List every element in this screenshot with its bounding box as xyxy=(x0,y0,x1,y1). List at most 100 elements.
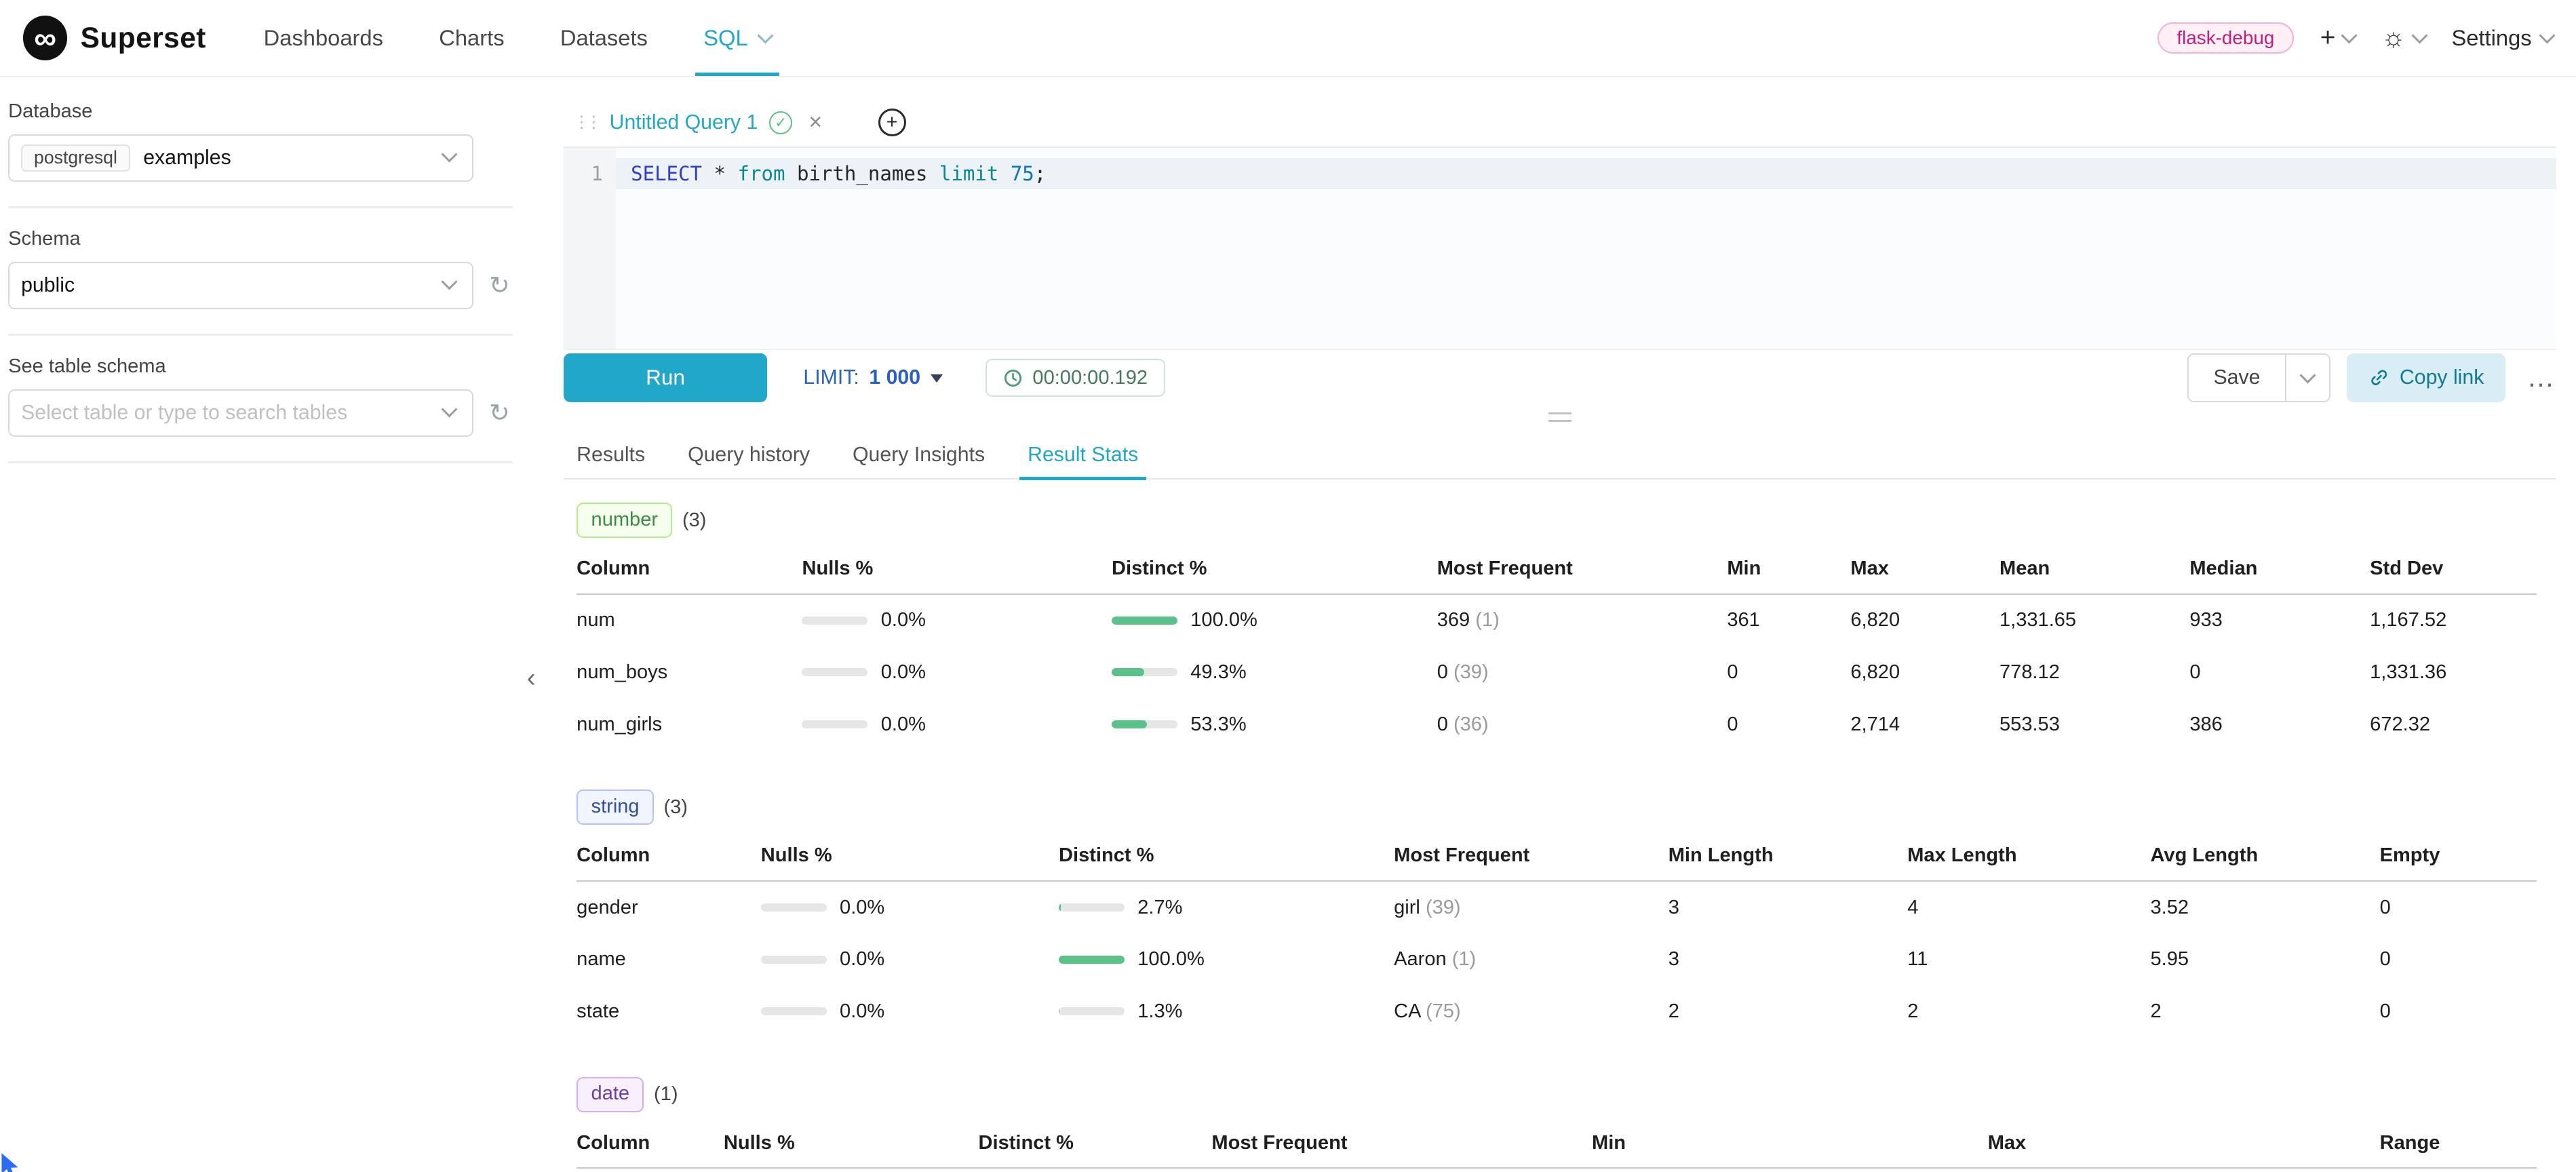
tab-query-insights[interactable]: Query Insights xyxy=(832,432,1007,478)
table-row: num_girls 0.0% 53.3% 0 (36) 0 2,714 553.… xyxy=(577,699,2537,751)
sql-token: * xyxy=(714,162,726,185)
column-count: (3) xyxy=(682,509,707,532)
type-badge-number: number xyxy=(577,503,672,538)
sql-number: 75 xyxy=(1011,162,1034,185)
cell-most-frequent: 0 (36) xyxy=(1437,699,1728,751)
theme-toggle-button[interactable]: ☼ xyxy=(2381,25,2425,52)
cell-nulls: 0.0% xyxy=(724,1168,979,1171)
distinct-bar xyxy=(1112,720,1177,728)
distinct-pct: 100.0% xyxy=(1190,609,1257,631)
chevron-down-icon xyxy=(442,146,458,163)
sql-editor[interactable]: 1 SELECT * from birth_names limit 75; xyxy=(564,148,2556,350)
header-row: Column Nulls % Distinct % Most Frequent … xyxy=(577,1129,2537,1168)
schema-select[interactable]: public xyxy=(8,262,473,309)
table-row: name 0.0% 100.0% Aaron (1) 3 11 5.95 0 xyxy=(577,933,2537,985)
sun-icon: ☼ xyxy=(2381,25,2406,52)
cell-avg-length: 5.95 xyxy=(2151,933,2380,985)
tab-result-stats[interactable]: Result Stats xyxy=(1007,432,1160,478)
distinct-pct: 100.0% xyxy=(1137,948,1205,971)
nav-item-datasets[interactable]: Datasets xyxy=(532,0,676,76)
refresh-tables-icon[interactable]: ↻ xyxy=(486,401,513,425)
column-header: Range xyxy=(2380,1129,2537,1168)
copy-link-label: Copy link xyxy=(2400,366,2484,389)
cell-range: same day xyxy=(2380,1168,2537,1171)
nav-label: Dashboards xyxy=(264,25,383,51)
divider xyxy=(8,206,513,208)
table-schema-label: See table schema xyxy=(8,355,513,378)
table-row: num_boys 0.0% 49.3% 0 (39) 0 6,820 778.1… xyxy=(577,646,2537,699)
collapse-sidebar-handle[interactable]: ‹ xyxy=(527,665,536,692)
new-query-tab-button[interactable]: + xyxy=(878,109,906,136)
query-tab[interactable]: ⋮⋮ Untitled Query 1 ✓ × xyxy=(564,98,842,147)
editor-code-area[interactable]: SELECT * from birth_names limit 75; xyxy=(616,148,2556,349)
column-header: Distinct % xyxy=(1112,554,1437,593)
save-button[interactable]: Save xyxy=(2187,353,2286,403)
freq-count: (36) xyxy=(1453,714,1489,735)
result-stats-panel: number (3) Column Nulls % Distinct % Mos… xyxy=(564,480,2556,1171)
tab-results[interactable]: Results xyxy=(564,432,667,478)
distinct-bar xyxy=(1112,668,1177,676)
body-row: Database postgresql examples Schema publ… xyxy=(0,77,2576,1171)
copy-link-button[interactable]: Copy link xyxy=(2347,353,2505,403)
close-tab-icon[interactable]: × xyxy=(808,111,822,134)
nulls-bar xyxy=(802,668,867,676)
settings-label: Settings xyxy=(2451,25,2531,51)
distinct-pct: 53.3% xyxy=(1190,714,1246,736)
table-select[interactable]: Select table or type to search tables xyxy=(8,389,473,437)
nav-label: SQL xyxy=(703,25,747,51)
tab-label: Query Insights xyxy=(853,444,985,467)
header-row: Column Nulls % Distinct % Most Frequent … xyxy=(577,842,2537,881)
cell-max-length: 11 xyxy=(1907,933,2150,985)
column-header: Mean xyxy=(1999,554,2189,593)
tab-label: Results xyxy=(577,444,645,467)
cell-distinct: 49.3% xyxy=(1112,646,1437,699)
save-dropdown-button[interactable] xyxy=(2286,353,2330,403)
table-row: Select table or type to search tables ↻ xyxy=(8,389,513,437)
tab-query-history[interactable]: Query history xyxy=(667,432,832,478)
cell-column-name: ds xyxy=(577,1168,724,1171)
refresh-schemas-icon[interactable]: ↻ xyxy=(486,273,513,298)
resize-grip[interactable] xyxy=(1548,412,1572,423)
cell-most-frequent: girl (39) xyxy=(1394,881,1668,934)
nav-item-dashboards[interactable]: Dashboards xyxy=(235,0,411,76)
brand-name: Superset xyxy=(81,22,206,54)
sql-token: ; xyxy=(1034,162,1047,185)
limit-dropdown[interactable]: LIMIT: 1 000 xyxy=(803,366,942,389)
schema-label: Schema xyxy=(8,228,513,250)
column-header: Avg Length xyxy=(2151,842,2380,881)
database-select[interactable]: postgresql examples xyxy=(8,134,473,182)
cell-distinct: 2.7% xyxy=(1059,881,1394,934)
stats-section-number: number (3) Column Nulls % Distinct % Mos… xyxy=(577,503,2550,750)
cell-min: 0 xyxy=(1727,646,1850,699)
column-header: Min xyxy=(1592,1129,1988,1168)
section-header: number (3) xyxy=(577,503,2550,538)
column-header: Empty xyxy=(2380,842,2537,881)
distinct-bar xyxy=(1059,903,1125,912)
new-item-button[interactable]: + xyxy=(2320,25,2356,52)
cell-column-name: gender xyxy=(577,881,761,934)
sql-keyword: limit xyxy=(939,162,998,185)
more-options-button[interactable]: … xyxy=(2526,364,2556,391)
table-row: state 0.0% 1.3% CA (75) 2 2 2 0 xyxy=(577,985,2537,1038)
column-header: Std Dev xyxy=(2370,554,2537,593)
freq-value: girl xyxy=(1394,897,1420,918)
settings-menu[interactable]: Settings xyxy=(2451,25,2553,51)
pane-divider xyxy=(564,402,2556,432)
cell-std: 672.32 xyxy=(2370,699,2537,751)
cell-min: 0 xyxy=(1727,699,1850,751)
chevron-down-icon xyxy=(2411,27,2427,43)
nav-item-sql[interactable]: SQL xyxy=(676,0,799,76)
run-button[interactable]: Run xyxy=(564,353,767,403)
nav-item-charts[interactable]: Charts xyxy=(411,0,532,76)
cell-distinct: 1.3% xyxy=(1059,985,1394,1038)
column-header: Column xyxy=(577,842,761,881)
cell-nulls: 0.0% xyxy=(761,985,1059,1038)
column-header: Most Frequent xyxy=(1394,842,1668,881)
superset-brand[interactable]: ∞ Superset xyxy=(23,0,206,76)
column-header: Min Length xyxy=(1668,842,1908,881)
column-count: (1) xyxy=(654,1083,678,1106)
cell-empty: 0 xyxy=(2380,933,2537,985)
limit-value: 1 000 xyxy=(869,366,920,389)
column-header: Max Length xyxy=(1907,842,2150,881)
cell-distinct: 1.3% xyxy=(979,1168,1212,1171)
